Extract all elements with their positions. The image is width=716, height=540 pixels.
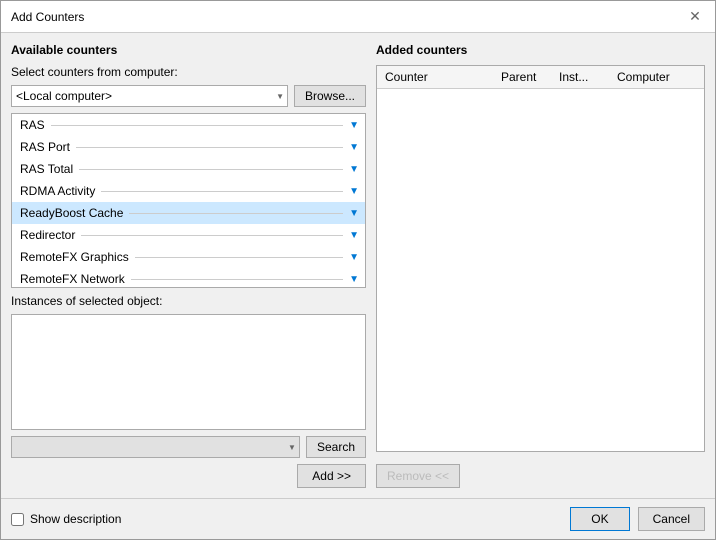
available-counters-title: Available counters: [11, 43, 366, 57]
add-counters-dialog: Add Counters ✕ Available counters Select…: [0, 0, 716, 540]
dialog-title: Add Counters: [11, 10, 84, 24]
dialog-footer: Show description OK Cancel: [1, 498, 715, 539]
search-input[interactable]: [11, 436, 300, 458]
table-header: Counter Parent Inst... Computer: [377, 66, 704, 89]
col-computer: Computer: [613, 68, 700, 86]
col-instance: Inst...: [555, 68, 613, 86]
col-counter: Counter: [381, 68, 497, 86]
counters-list[interactable]: RAS ▼ RAS Port ▼ RAS Total ▼ RDMA Activi…: [11, 113, 366, 288]
dialog-body: Available counters Select counters from …: [1, 33, 715, 498]
counters-list-wrapper: RAS ▼ RAS Port ▼ RAS Total ▼ RDMA Activi…: [11, 113, 366, 288]
added-counters-table[interactable]: Counter Parent Inst... Computer: [376, 65, 705, 452]
search-select-wrapper: [11, 436, 300, 458]
show-description-row: Show description: [11, 512, 121, 526]
show-description-label[interactable]: Show description: [30, 512, 121, 526]
list-item[interactable]: Redirector ▼: [12, 224, 365, 246]
computer-label: Select counters from computer:: [11, 65, 366, 79]
col-parent: Parent: [497, 68, 555, 86]
instances-box[interactable]: [11, 314, 366, 430]
list-item[interactable]: RAS Port ▼: [12, 136, 365, 158]
list-item[interactable]: RemoteFX Graphics ▼: [12, 246, 365, 268]
list-item[interactable]: RAS ▼: [12, 114, 365, 136]
left-panel: Available counters Select counters from …: [11, 43, 366, 488]
computer-select[interactable]: <Local computer>: [11, 85, 288, 107]
add-row: Add >>: [11, 464, 366, 488]
footer-buttons: OK Cancel: [570, 507, 705, 531]
list-item[interactable]: ReadyBoost Cache ▼: [12, 202, 365, 224]
close-button[interactable]: ✕: [685, 7, 705, 27]
cancel-button[interactable]: Cancel: [638, 507, 705, 531]
ok-button[interactable]: OK: [570, 507, 629, 531]
browse-button[interactable]: Browse...: [294, 85, 366, 107]
added-counters-title: Added counters: [376, 43, 705, 57]
instances-label: Instances of selected object:: [11, 294, 366, 308]
list-item[interactable]: RemoteFX Network ▼: [12, 268, 365, 288]
show-description-checkbox[interactable]: [11, 513, 24, 526]
computer-select-row: <Local computer> Browse...: [11, 85, 366, 107]
list-item[interactable]: RAS Total ▼: [12, 158, 365, 180]
title-bar: Add Counters ✕: [1, 1, 715, 33]
remove-button[interactable]: Remove <<: [376, 464, 460, 488]
list-item[interactable]: RDMA Activity ▼: [12, 180, 365, 202]
add-button[interactable]: Add >>: [297, 464, 366, 488]
computer-select-wrapper: <Local computer>: [11, 85, 288, 107]
remove-row: Remove <<: [376, 464, 705, 488]
search-button[interactable]: Search: [306, 436, 366, 458]
right-panel: Added counters Counter Parent Inst... Co…: [376, 43, 705, 488]
search-row: Search: [11, 436, 366, 458]
